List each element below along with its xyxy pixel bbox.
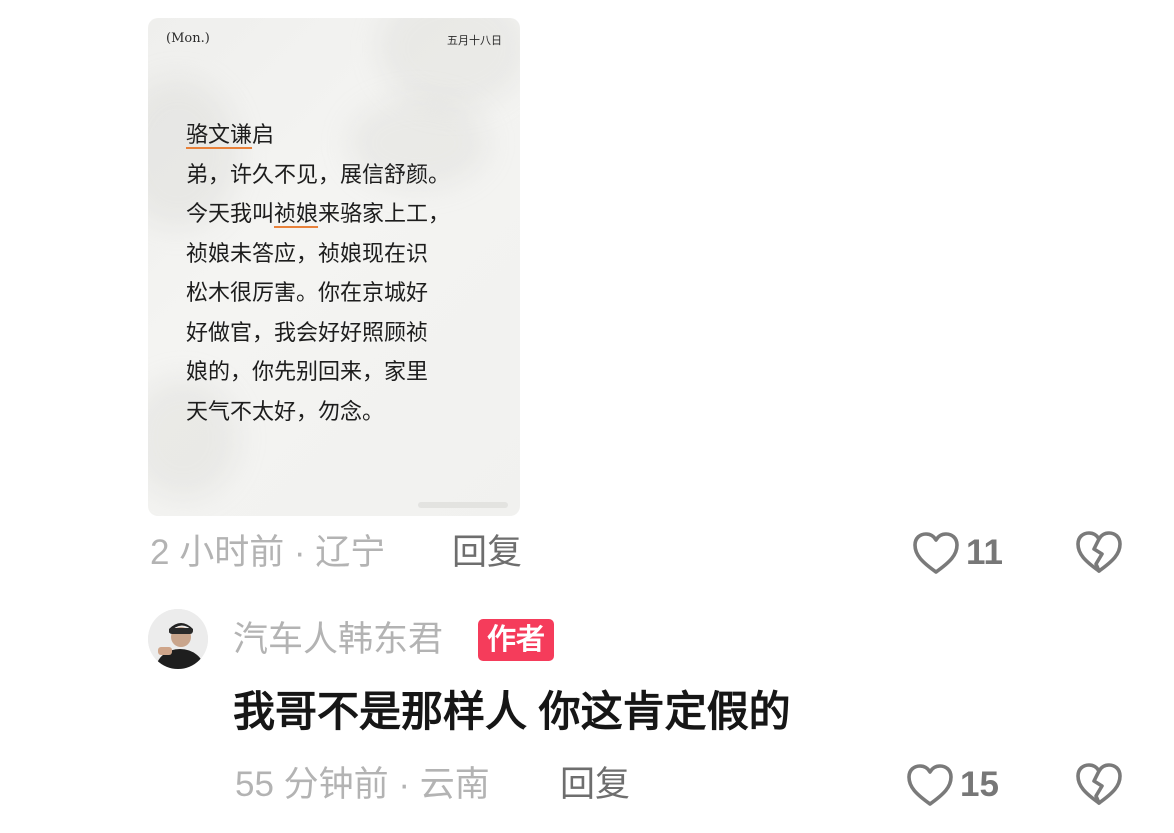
letter-underlined-text: 祯娘 (274, 202, 319, 227)
comment-meta-row: 2 小时前 · 辽宁 回复 11 (0, 528, 1174, 578)
heart-outline-icon (913, 532, 959, 574)
watermark (418, 502, 508, 508)
letter-text: 好做官，我会好好照顾祯 (186, 320, 429, 346)
letter-text: 今天我叫 (186, 202, 275, 227)
letter-text: 松木很厉害。你在京城好 (186, 281, 429, 306)
letter-line: 今天我叫祯娘来骆家上工， (186, 195, 506, 235)
letter-line: 弟，许久不见，展信舒颜。 (186, 156, 506, 196)
avatar-person-icon (148, 609, 208, 669)
letter-text: 天气不太好，勿念。 (186, 399, 385, 425)
comment-time-location: 55 分钟前 · 云南 (235, 765, 490, 804)
comment-time-location: 2 小时前 · 辽宁 (150, 533, 386, 572)
avatar[interactable] (148, 609, 208, 669)
comment-text: 我哥不是那样人 你这肯定假的 (233, 688, 791, 735)
like-count: 15 (960, 765, 999, 804)
broken-heart-icon (1076, 531, 1122, 573)
letter-line: 祯娘未答应，祯娘现在识 (186, 235, 506, 275)
letter-line: 好做官，我会好好照顾祯 (186, 314, 506, 354)
reply-button[interactable]: 回复 (560, 760, 630, 810)
like-button[interactable]: 11 (912, 528, 1003, 578)
dislike-button[interactable] (1075, 530, 1123, 574)
comment-thread: (Mon.) 五月十八日 骆文谦启 弟，许久不见，展信舒颜。 今天我叫祯娘来骆家… (0, 0, 1174, 833)
letter-text: 弟，许久不见，展信舒颜。 (186, 162, 451, 188)
username[interactable]: 汽车人韩东君 (233, 615, 443, 665)
letter-text: 来骆家上工， (318, 202, 451, 227)
letter-line: 骆文谦启 (186, 116, 506, 156)
letter-body: 骆文谦启 弟，许久不见，展信舒颜。 今天我叫祯娘来骆家上工， 祯娘未答应，祯娘现… (186, 116, 506, 432)
author-badge: 作者 (478, 619, 555, 661)
reply-button[interactable]: 回复 (452, 528, 522, 578)
letter-date-label: 五月十八日 (447, 34, 502, 47)
letter-day-label: (Mon.) (166, 31, 210, 46)
heart-outline-icon (907, 764, 953, 806)
letter-line: 松木很厉害。你在京城好 (186, 274, 506, 314)
comment-meta-row: 55 分钟前 · 云南 回复 15 (0, 760, 1174, 810)
dislike-button[interactable] (1075, 762, 1123, 806)
letter-line: 天气不太好，勿念。 (186, 393, 506, 433)
like-count: 11 (966, 533, 1003, 572)
like-button[interactable]: 15 (906, 760, 999, 810)
letter-line: 娘的，你先别回来，家里 (186, 353, 506, 393)
letter-text: 祯娘未答应，祯娘现在识 (186, 241, 429, 267)
broken-heart-icon (1076, 763, 1122, 805)
letter-text: 娘的，你先别回来，家里 (186, 360, 429, 385)
letter-image[interactable]: (Mon.) 五月十八日 骆文谦启 弟，许久不见，展信舒颜。 今天我叫祯娘来骆家… (148, 18, 520, 516)
letter-text: 启 (252, 123, 275, 148)
letter-underlined-text: 骆文谦 (186, 123, 253, 148)
